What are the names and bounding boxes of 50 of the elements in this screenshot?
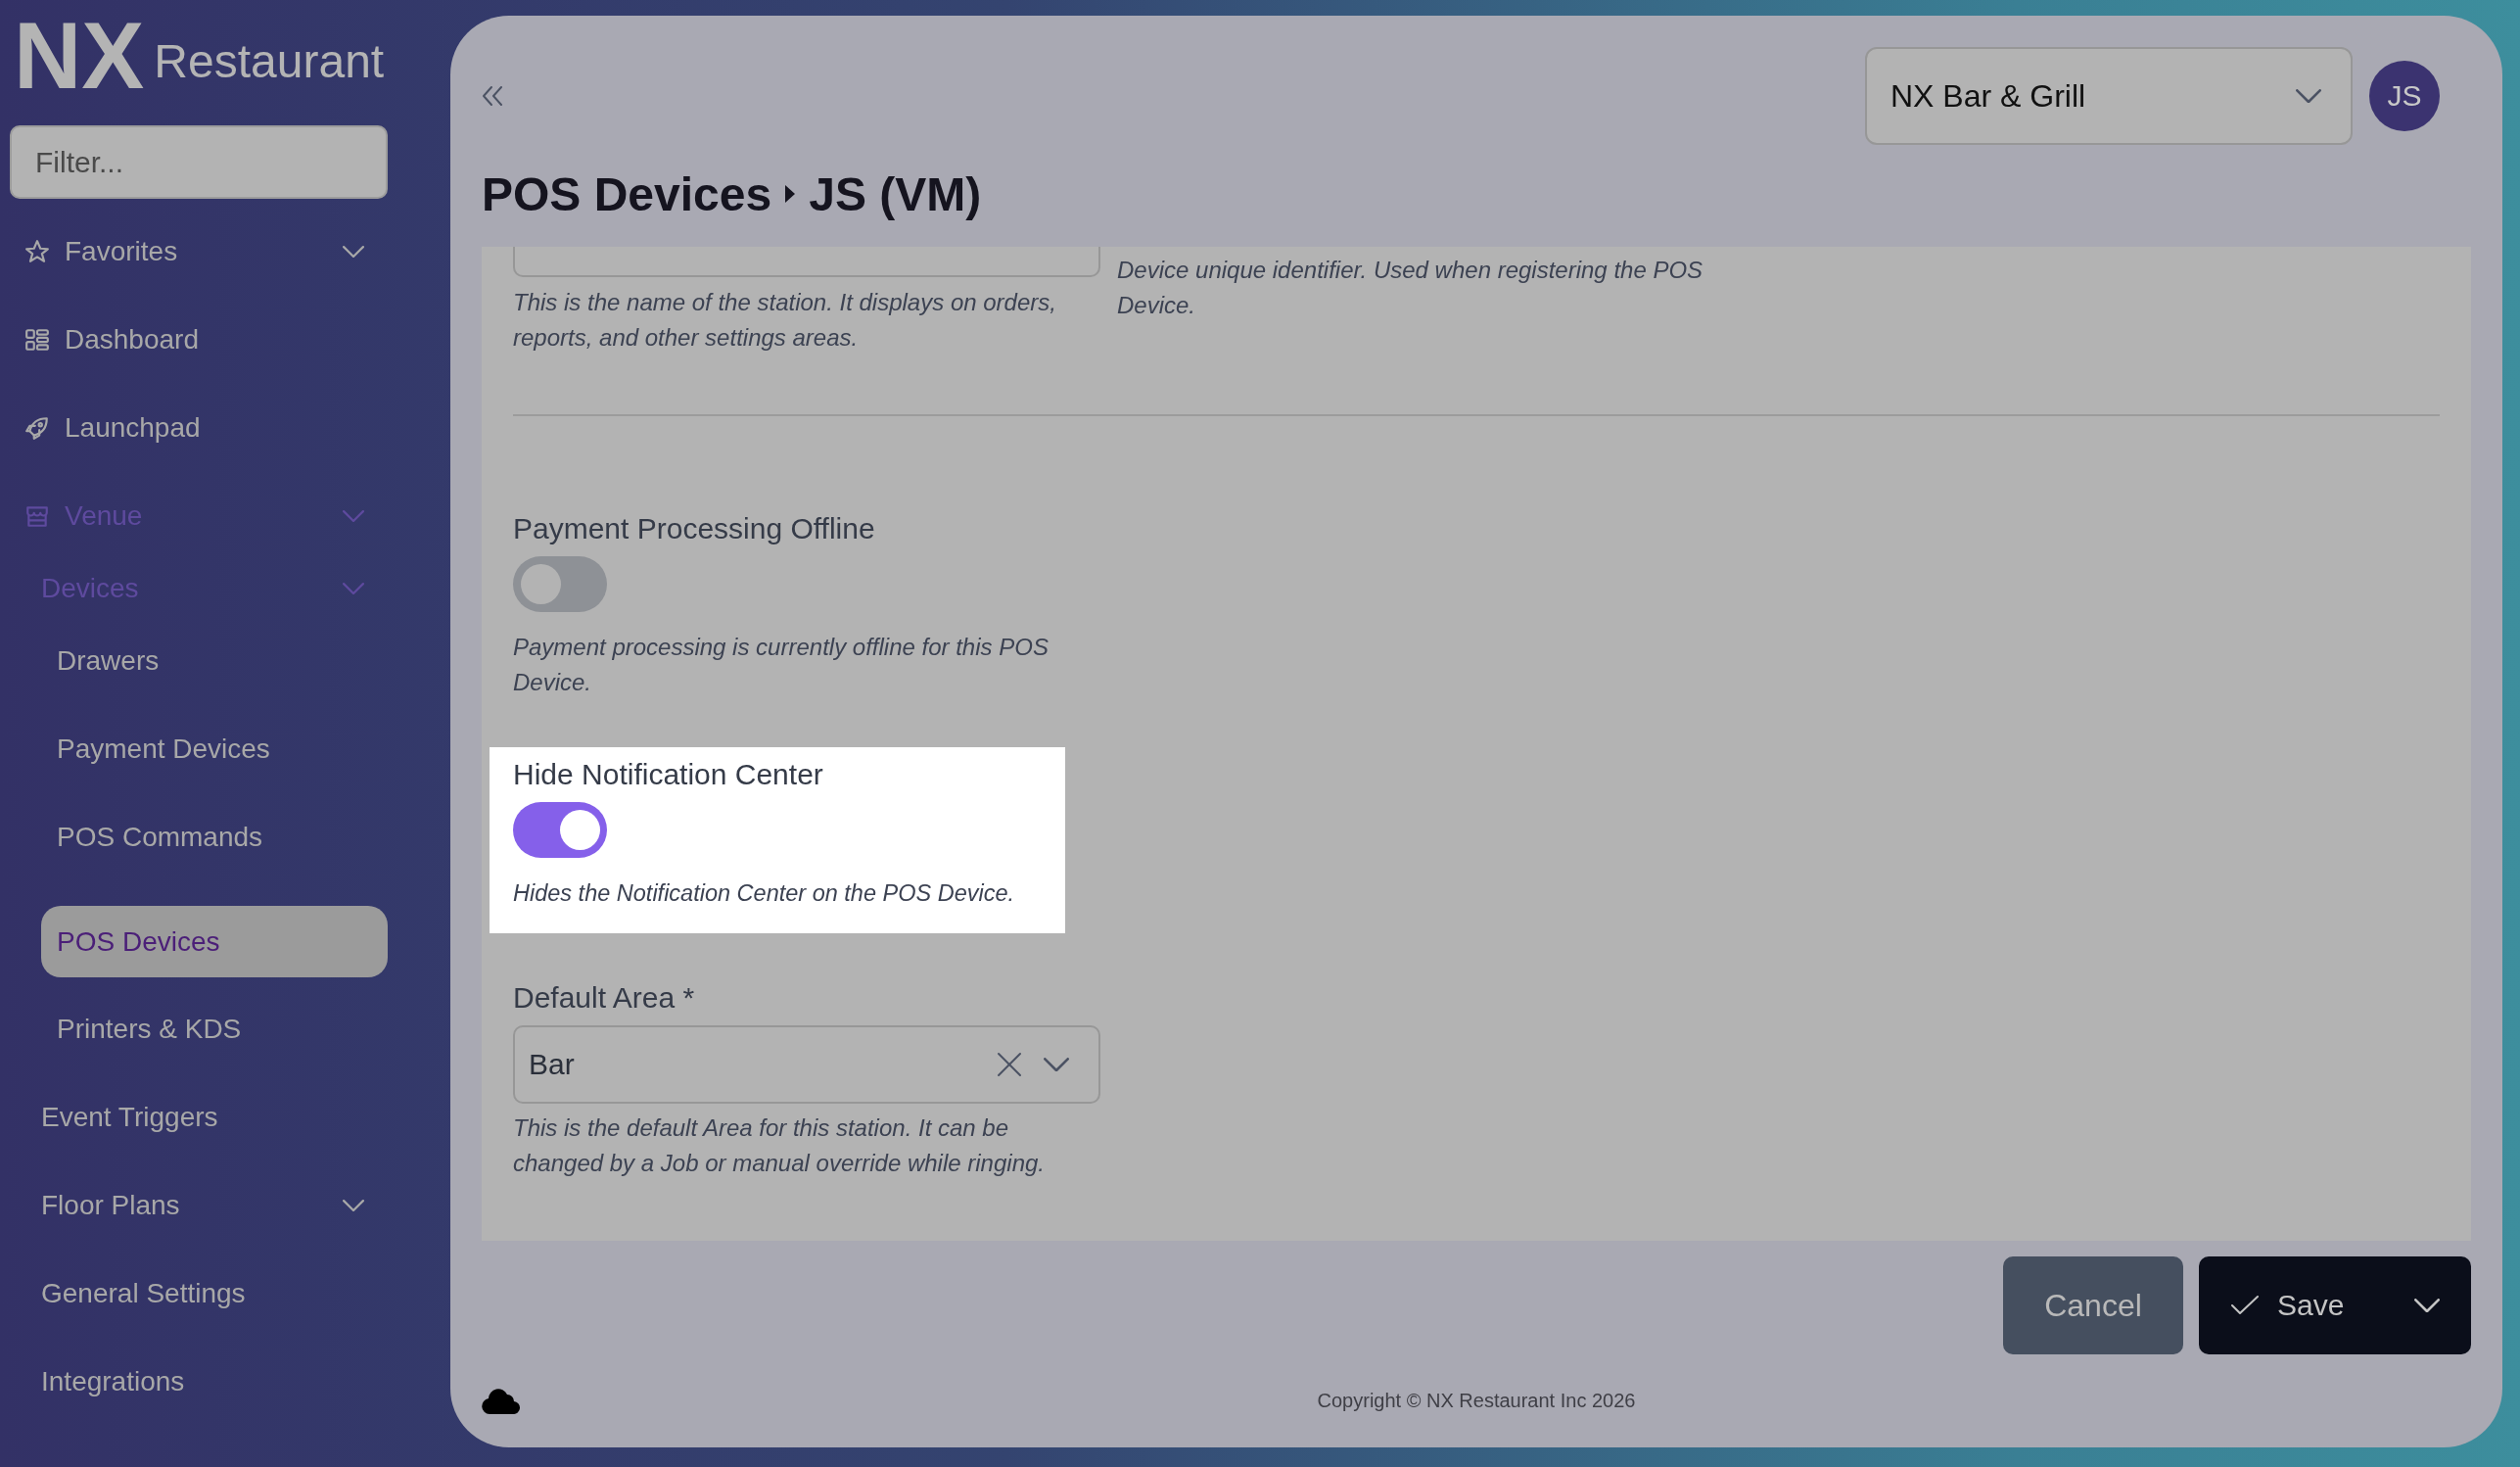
grid-icon <box>24 327 50 353</box>
sidebar-item[interactable]: Floor Plans <box>10 1161 388 1250</box>
logo-text: Restaurant <box>154 34 385 89</box>
chevron-down-icon <box>2296 88 2321 104</box>
breadcrumb-link[interactable]: POS Devices <box>482 166 772 221</box>
toggle-switch[interactable] <box>513 556 607 612</box>
sidebar-item[interactable]: Printers & KDS <box>41 985 388 1073</box>
store-icon <box>24 503 50 529</box>
cancel-button[interactable]: Cancel <box>2003 1256 2183 1354</box>
help-text: Hides the Notification Center on the POS Device. <box>513 879 1016 908</box>
chevron-down-icon <box>343 509 364 523</box>
field-label: Default Area * <box>513 980 696 1016</box>
sidebar-item[interactable]: Drawers <box>41 617 388 705</box>
field-label: Hide Notification Center <box>513 757 824 792</box>
star-icon <box>24 239 50 264</box>
caret-right-icon <box>785 185 796 203</box>
chevron-down-icon <box>343 245 364 259</box>
toggle-switch[interactable] <box>513 802 607 858</box>
sidebar-item[interactable]: Payment Devices <box>41 705 388 793</box>
field-label: Payment Processing Offline <box>513 511 876 546</box>
cloud-icon[interactable] <box>482 1388 521 1414</box>
text-field[interactable] <box>513 247 1100 277</box>
sidebar-item[interactable]: Launchpad <box>10 384 388 472</box>
rocket-icon <box>24 415 50 441</box>
help-text: This is the default Area for this station. It can be changed by a Job or manual override while ringing. <box>513 1113 1046 1178</box>
sidebar-item[interactable]: Dashboard <box>10 296 388 384</box>
sidebar-item[interactable]: POS Devices <box>41 906 388 977</box>
check-icon <box>2230 1295 2260 1316</box>
sidebar-item[interactable]: General Settings <box>10 1250 388 1338</box>
save-button[interactable]: Save <box>2199 1256 2471 1354</box>
page-title: JS (VM) <box>809 166 982 221</box>
select-field[interactable]: Bar <box>513 1025 1100 1104</box>
logo-mark: NX <box>14 17 145 95</box>
copyright-text: Copyright © NX Restaurant Inc 2026 <box>1316 1390 1637 1412</box>
sidebar-item[interactable]: POS Commands <box>41 793 388 881</box>
help-text: This is the name of the station. It displays on orders, reports, and other settings areas. <box>513 288 1057 353</box>
filter-field[interactable]: Filter... <box>10 125 388 199</box>
chevron-down-icon <box>343 1199 364 1212</box>
sidebar-item[interactable]: Favorites <box>10 208 388 296</box>
double-chevron-left-icon[interactable] <box>482 85 503 107</box>
venue-select[interactable]: NX Bar & Grill <box>1865 47 2353 145</box>
sidebar-item[interactable]: Event Triggers <box>10 1073 388 1161</box>
chevron-down-icon <box>1044 1057 1069 1072</box>
user-avatar[interactable]: JS <box>2369 61 2440 131</box>
sidebar-item[interactable]: Integrations <box>10 1338 388 1426</box>
help-text: Device unique identifier. Used when registering the POS Device. <box>1117 256 1704 320</box>
close-icon[interactable] <box>997 1052 1022 1077</box>
chevron-down-icon <box>2414 1298 2440 1313</box>
chevron-down-icon <box>343 582 364 595</box>
help-text: Payment processing is currently offline for this POS Device. <box>513 633 1050 697</box>
